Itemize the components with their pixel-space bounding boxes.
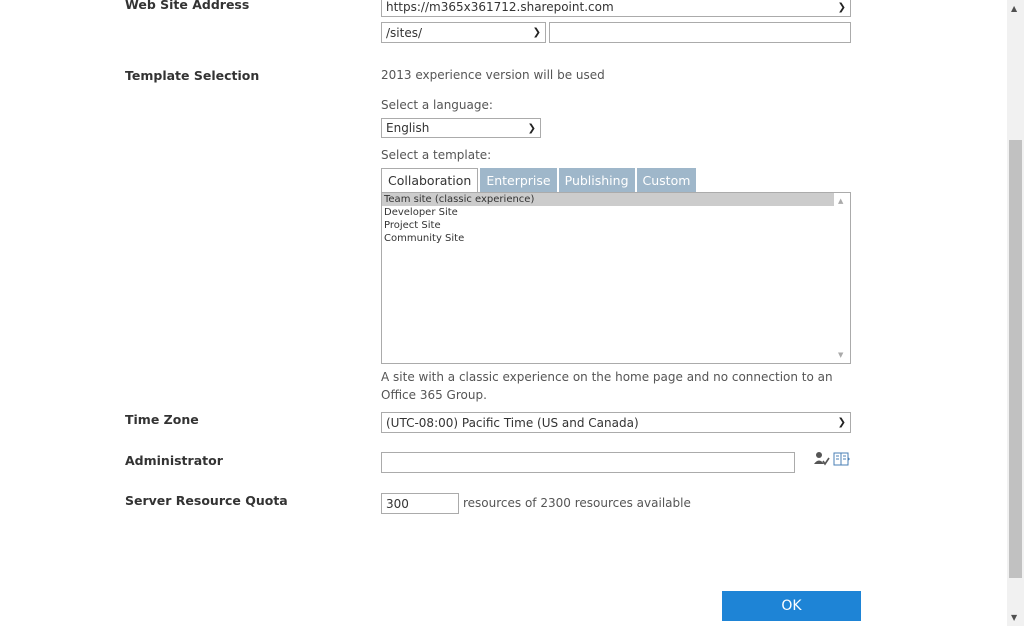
tab-custom[interactable]: Custom — [636, 168, 697, 192]
version-note: 2013 experience version will be used — [381, 68, 605, 82]
time-zone-label: Time Zone — [125, 412, 199, 427]
browse-address-book-icon[interactable] — [833, 451, 851, 467]
template-label: Select a template: — [381, 148, 492, 162]
list-item[interactable]: Team site (classic experience) — [382, 193, 834, 206]
tab-enterprise[interactable]: Enterprise — [480, 168, 557, 192]
tab-publishing[interactable]: Publishing — [558, 168, 635, 192]
chevron-down-icon: ❯ — [532, 27, 541, 38]
chevron-down-icon: ❯ — [527, 122, 536, 134]
scroll-up-arrow-icon[interactable]: ▲ — [1011, 4, 1017, 13]
site-host-select[interactable]: https://m365x361712.sharepoint.com ❯ — [381, 0, 851, 17]
list-item[interactable]: Community Site — [382, 232, 850, 245]
administrator-input[interactable] — [381, 452, 795, 473]
list-item[interactable]: Developer Site — [382, 206, 850, 219]
language-select[interactable]: English ❯ — [381, 118, 541, 138]
template-tabs: Collaboration Enterprise Publishing Cust… — [381, 168, 698, 192]
list-item[interactable]: Project Site — [382, 219, 850, 232]
listbox-scrollbar[interactable]: ▲ ▼ — [834, 193, 850, 363]
web-site-address-label: Web Site Address — [125, 0, 250, 12]
scroll-up-icon[interactable]: ▲ — [838, 197, 843, 205]
template-listbox[interactable]: Team site (classic experience) Developer… — [381, 192, 851, 364]
template-selection-label: Template Selection — [125, 68, 260, 83]
site-host-value: https://m365x361712.sharepoint.com — [386, 0, 614, 14]
scroll-down-icon[interactable]: ▼ — [838, 351, 843, 359]
chevron-down-icon: ❯ — [837, 417, 846, 428]
language-label: Select a language: — [381, 98, 493, 112]
site-path-select[interactable]: /sites/ ❯ — [381, 22, 546, 43]
check-names-icon[interactable] — [814, 451, 830, 467]
site-name-input[interactable] — [549, 22, 851, 43]
chevron-down-icon: ❯ — [837, 1, 846, 13]
time-zone-value: (UTC-08:00) Pacific Time (US and Canada) — [386, 415, 639, 430]
administrator-label: Administrator — [125, 453, 223, 468]
quota-input[interactable]: 300 — [381, 493, 459, 514]
ok-button[interactable]: OK — [722, 591, 861, 621]
time-zone-select[interactable]: (UTC-08:00) Pacific Time (US and Canada)… — [381, 412, 851, 433]
scroll-down-arrow-icon[interactable]: ▼ — [1011, 613, 1017, 622]
template-description: A site with a classic experience on the … — [381, 370, 833, 402]
scrollbar-thumb[interactable] — [1009, 140, 1022, 578]
site-path-value: /sites/ — [386, 25, 423, 40]
page-scrollbar[interactable]: ▲ ▼ — [1007, 0, 1024, 626]
language-value: English — [386, 121, 430, 135]
tab-collaboration[interactable]: Collaboration — [381, 168, 479, 192]
quota-note: resources of 2300 resources available — [463, 496, 691, 510]
server-resource-quota-label: Server Resource Quota — [125, 493, 288, 508]
